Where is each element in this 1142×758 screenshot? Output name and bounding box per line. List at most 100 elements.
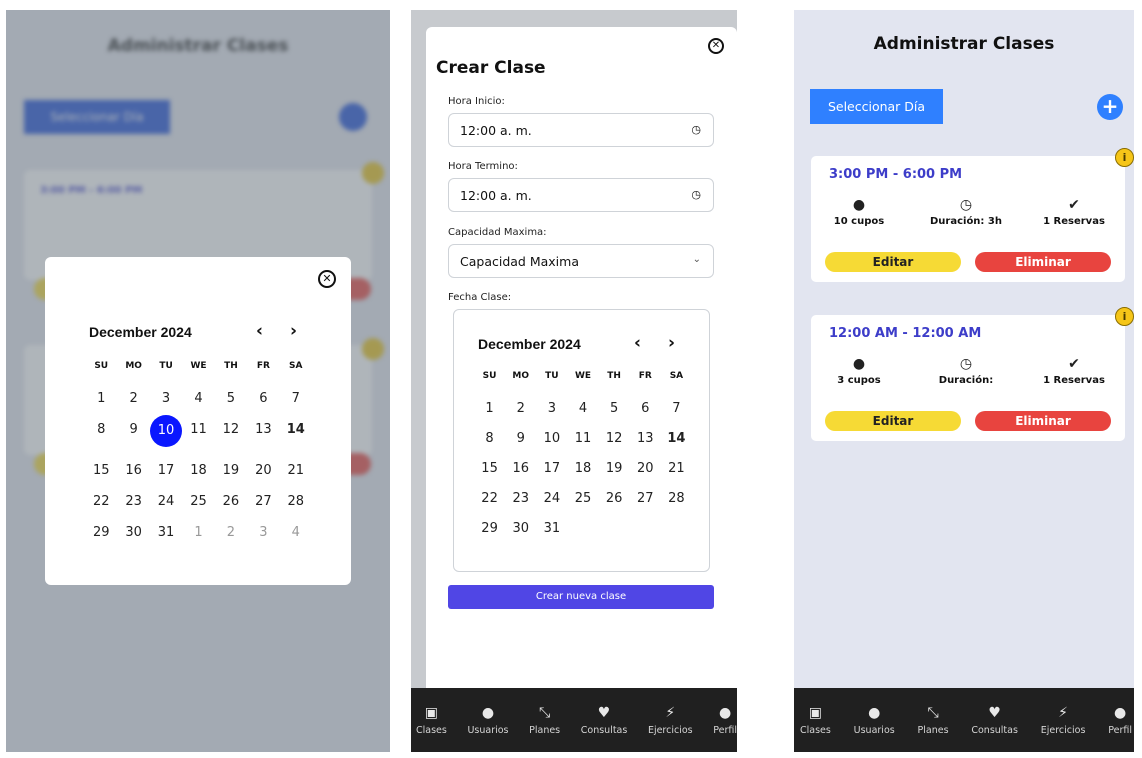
end-time-value: 12:00 a. m. (460, 188, 532, 203)
edit-button[interactable]: Editar (825, 252, 961, 272)
nav-item-clases[interactable]: ▣ Clases (800, 704, 831, 736)
add-class-button[interactable]: + (1097, 94, 1123, 120)
calendar-day[interactable]: 14 (280, 422, 312, 447)
calendar-day[interactable]: 15 (85, 463, 117, 478)
calendar-day[interactable]: 3 (536, 401, 567, 416)
calendar-day[interactable]: 20 (247, 463, 279, 478)
calendar-day[interactable]: 4 (182, 391, 214, 406)
calendar-day[interactable]: 10 (536, 431, 567, 446)
calendar-day[interactable]: 21 (661, 461, 692, 476)
calendar-day[interactable]: 29 (85, 525, 117, 540)
calendar-day[interactable]: 3 (150, 391, 182, 406)
calendar-day[interactable]: 15 (474, 461, 505, 476)
calendar-day[interactable]: 26 (215, 494, 247, 509)
chevron-right-icon[interactable]: › (668, 333, 675, 353)
calendar-day[interactable]: 23 (117, 494, 149, 509)
create-class-button[interactable]: Crear nueva clase (448, 585, 714, 609)
calendar-day[interactable]: 5 (599, 401, 630, 416)
calendar-day[interactable]: 6 (247, 391, 279, 406)
calendar-day[interactable]: 19 (215, 463, 247, 478)
nav-item-usuarios[interactable]: ● Usuarios (467, 704, 508, 736)
nav-item-perfil[interactable]: ● Perfil (713, 704, 737, 736)
calendar-day[interactable]: 27 (247, 494, 279, 509)
calendar-day[interactable]: 26 (599, 491, 630, 506)
nav-label: Usuarios (467, 725, 509, 736)
close-icon[interactable]: ✕ (708, 38, 724, 54)
end-time-input[interactable]: 12:00 a. m. ◷ (448, 178, 714, 212)
calendar-day[interactable]: 20 (630, 461, 661, 476)
info-icon[interactable]: i (1115, 148, 1134, 167)
calendar-day[interactable]: 24 (150, 494, 182, 509)
calendar-day[interactable]: 23 (505, 491, 536, 506)
calendar-day[interactable]: 4 (567, 401, 598, 416)
calendar-day[interactable]: 31 (150, 525, 182, 540)
nav-item-ejercicios[interactable]: ⚡ Ejercicios (1041, 704, 1086, 736)
calendar-day[interactable]: 28 (280, 494, 312, 509)
nav-item-consultas[interactable]: ♥ Consultas (581, 704, 628, 736)
nav-item-planes[interactable]: ⤡ Planes (529, 704, 560, 736)
calendar-day[interactable]: 14 (661, 431, 692, 446)
calendar-day[interactable]: 9 (117, 422, 149, 447)
calendar-day[interactable]: 19 (599, 461, 630, 476)
calendar-day[interactable]: 18 (182, 463, 214, 478)
calendar-day[interactable]: 18 (567, 461, 598, 476)
calendar-day[interactable]: 11 (567, 431, 598, 446)
calendar-day[interactable]: 13 (247, 422, 279, 447)
calendar-day[interactable]: 25 (182, 494, 214, 509)
calendar-day[interactable]: 12 (215, 422, 247, 447)
calendar-day[interactable]: 30 (505, 521, 536, 536)
profile-icon: ● (1114, 705, 1127, 721)
calendar-day[interactable]: 2 (117, 391, 149, 406)
nav-item-planes[interactable]: ⤡ Planes (918, 704, 949, 736)
calendar-day[interactable]: 31 (536, 521, 567, 536)
info-icon[interactable]: i (1115, 307, 1134, 326)
chevron-left-icon[interactable]: ‹ (256, 321, 263, 341)
calendar-day[interactable]: 1 (85, 391, 117, 406)
calendar-day[interactable]: 28 (661, 491, 692, 506)
user-icon: ● (868, 705, 881, 721)
chevron-right-icon[interactable]: › (290, 321, 297, 341)
calendar-day[interactable]: 24 (536, 491, 567, 506)
calendar-day[interactable]: 22 (474, 491, 505, 506)
calendar-day[interactable]: 22 (85, 494, 117, 509)
calendar-day[interactable]: 8 (85, 422, 117, 447)
nav-item-usuarios[interactable]: ● Usuarios (854, 704, 895, 736)
calendar-day[interactable]: 2 (505, 401, 536, 416)
nav-item-consultas[interactable]: ♥ Consultas (971, 704, 1018, 736)
calendar-day[interactable]: 11 (182, 422, 214, 447)
edit-button[interactable]: Editar (825, 411, 961, 431)
calendar-day[interactable]: 1 (474, 401, 505, 416)
calendar-day[interactable]: 9 (505, 431, 536, 446)
calendar-day[interactable]: 29 (474, 521, 505, 536)
calendar-day[interactable]: 7 (280, 391, 312, 406)
class-time: 3:00 PM - 6:00 PM (829, 167, 963, 182)
calendar-day[interactable]: 6 (630, 401, 661, 416)
clock-icon[interactable]: ◷ (691, 123, 701, 136)
start-time-input[interactable]: 12:00 a. m. ◷ (448, 113, 714, 147)
calendar-day[interactable]: 25 (567, 491, 598, 506)
calendar-day[interactable]: 30 (117, 525, 149, 540)
calendar-day[interactable]: 16 (505, 461, 536, 476)
nav-item-ejercicios[interactable]: ⚡ Ejercicios (648, 704, 693, 736)
calendar-day[interactable]: 21 (280, 463, 312, 478)
timer-icon: ◷ (959, 356, 973, 372)
calendar-day[interactable]: 16 (117, 463, 149, 478)
calendar-day[interactable]: 5 (215, 391, 247, 406)
chevron-left-icon[interactable]: ‹ (634, 333, 641, 353)
calendar-day[interactable]: 10 (150, 415, 183, 447)
nav-item-clases[interactable]: ▣ Clases (416, 704, 447, 736)
delete-button[interactable]: Eliminar (975, 252, 1111, 272)
nav-item-perfil[interactable]: ● Perfil (1108, 704, 1132, 736)
clock-icon[interactable]: ◷ (691, 188, 701, 201)
select-day-button[interactable]: Seleccionar Día (810, 89, 943, 124)
calendar-day[interactable]: 12 (599, 431, 630, 446)
calendar-day[interactable]: 13 (630, 431, 661, 446)
calendar-day[interactable]: 27 (630, 491, 661, 506)
calendar-day[interactable]: 17 (150, 463, 182, 478)
close-icon[interactable]: ✕ (318, 270, 336, 288)
calendar-day[interactable]: 8 (474, 431, 505, 446)
calendar-day[interactable]: 7 (661, 401, 692, 416)
capacity-select[interactable]: Capacidad Maxima ⌄ (448, 244, 714, 278)
delete-button[interactable]: Eliminar (975, 411, 1111, 431)
calendar-day[interactable]: 17 (536, 461, 567, 476)
